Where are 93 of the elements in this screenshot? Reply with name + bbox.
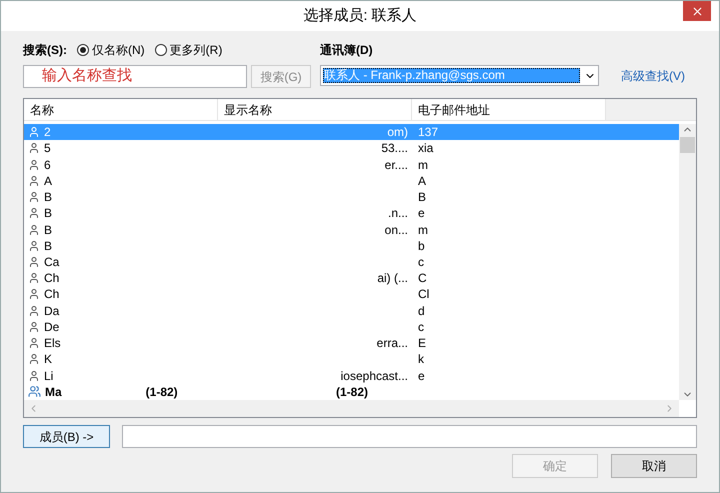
email-cell: k <box>418 352 424 366</box>
name-cell: 5 <box>44 140 51 156</box>
person-icon <box>28 224 40 236</box>
name-cell: Ma <box>45 384 62 400</box>
person-icon <box>28 158 40 171</box>
email-cell: d <box>418 304 425 318</box>
cancel-button[interactable]: 取消 <box>611 454 697 478</box>
name-cell: (1-82) <box>146 384 178 400</box>
address-book-label: 通讯簿(D) <box>320 42 374 59</box>
display-name-cell: ai) (... <box>377 270 408 286</box>
person-icon <box>28 337 40 350</box>
contact-row[interactable]: Ma (1-82) (1-82) <box>24 384 679 400</box>
email-cell: m <box>418 158 428 172</box>
contact-row[interactable]: Ch Cl <box>24 286 679 303</box>
person-icon <box>28 370 40 382</box>
close-button[interactable] <box>683 1 711 21</box>
person-icon <box>28 256 40 268</box>
vertical-scrollbar[interactable] <box>679 124 696 400</box>
email-cell: A <box>418 174 426 188</box>
name-cell: B <box>44 238 52 254</box>
person-icon <box>28 353 40 366</box>
email-cell: c <box>418 320 424 334</box>
name-cell: A <box>44 172 52 189</box>
window-title: 选择成员: 联系人 <box>303 6 417 26</box>
email-cell: xia <box>418 141 434 156</box>
email-cell: 137 <box>418 125 438 140</box>
advanced-find-link[interactable]: 高级查找(V) <box>621 66 685 84</box>
contact-row[interactable]: Li iosephcast... e <box>24 368 679 384</box>
name-cell: Els <box>44 335 61 352</box>
person-icon <box>28 272 40 284</box>
display-name-cell: er.... <box>384 156 408 173</box>
group-icon <box>28 385 41 398</box>
name-cell: Ca <box>44 254 60 270</box>
name-cell: 6 <box>44 156 51 173</box>
display-name-cell: iosephcast... <box>340 368 408 384</box>
person-icon <box>28 126 40 138</box>
scroll-thumb[interactable] <box>680 137 695 153</box>
person-icon <box>28 320 40 333</box>
email-cell: B <box>418 190 426 204</box>
name-cell: Ch <box>44 270 60 286</box>
horizontal-scrollbar[interactable] <box>24 400 679 417</box>
column-header[interactable]: 显示名称 <box>218 99 412 120</box>
name-cell: B <box>44 205 52 222</box>
email-cell: E <box>418 336 426 350</box>
radio-option[interactable]: 仅名称(N) <box>77 41 145 59</box>
search-label: 搜索(S): <box>23 42 67 59</box>
contact-row[interactable]: Els erra... E <box>24 335 679 352</box>
email-cell: e <box>418 206 425 220</box>
search-field[interactable]: 输入名称查找 <box>23 65 247 88</box>
contact-row[interactable]: Da d <box>24 302 679 319</box>
name-cell: Li <box>44 368 54 384</box>
contact-row[interactable]: 6 er.... m <box>24 156 679 173</box>
contact-row[interactable]: B .n... e <box>24 205 679 222</box>
person-icon <box>28 207 40 220</box>
contact-row[interactable]: Ch ai) (... C <box>24 270 679 286</box>
person-icon <box>28 142 40 154</box>
person-icon <box>28 191 40 204</box>
contact-row[interactable]: B b <box>24 238 679 254</box>
contact-row[interactable]: 5 53.... xia <box>24 140 679 156</box>
person-icon <box>28 288 40 300</box>
display-name-cell: om) <box>387 124 408 140</box>
name-cell: 2 <box>44 124 51 140</box>
email-cell: Cl <box>418 287 430 302</box>
contact-row[interactable]: De c <box>24 318 679 336</box>
name-cell: De <box>44 318 60 335</box>
display-name-cell: (1-82) <box>336 384 368 400</box>
person-icon <box>28 240 40 252</box>
contact-row[interactable]: K k <box>24 351 679 368</box>
email-cell: m <box>418 222 428 237</box>
column-header[interactable]: 名称 <box>24 99 218 120</box>
members-button[interactable]: 成员(B) -> <box>23 425 110 448</box>
name-cell: Da <box>44 302 60 319</box>
email-cell: c <box>418 254 424 269</box>
radio-option[interactable]: 更多列(R) <box>154 41 222 59</box>
members-field[interactable] <box>122 425 697 448</box>
display-name-cell: 53.... <box>381 140 408 156</box>
contact-row[interactable]: Ca c <box>24 254 679 270</box>
person-icon <box>28 174 40 187</box>
email-cell: b <box>418 238 425 253</box>
email-cell: e <box>418 368 425 383</box>
name-cell: B <box>44 189 52 206</box>
display-name-cell: on... <box>384 222 408 238</box>
display-name-cell: erra... <box>376 335 408 352</box>
person-icon <box>28 304 40 317</box>
contact-row[interactable]: A A <box>24 172 679 189</box>
contact-row[interactable]: B B <box>24 188 679 206</box>
contact-row[interactable]: B on... m <box>24 221 679 238</box>
display-name-cell: .n... <box>388 205 408 222</box>
name-cell: Ch <box>44 286 60 302</box>
name-cell: B <box>44 222 52 238</box>
name-cell: K <box>44 351 52 368</box>
email-cell: C <box>418 271 427 286</box>
close-icon <box>690 4 704 18</box>
